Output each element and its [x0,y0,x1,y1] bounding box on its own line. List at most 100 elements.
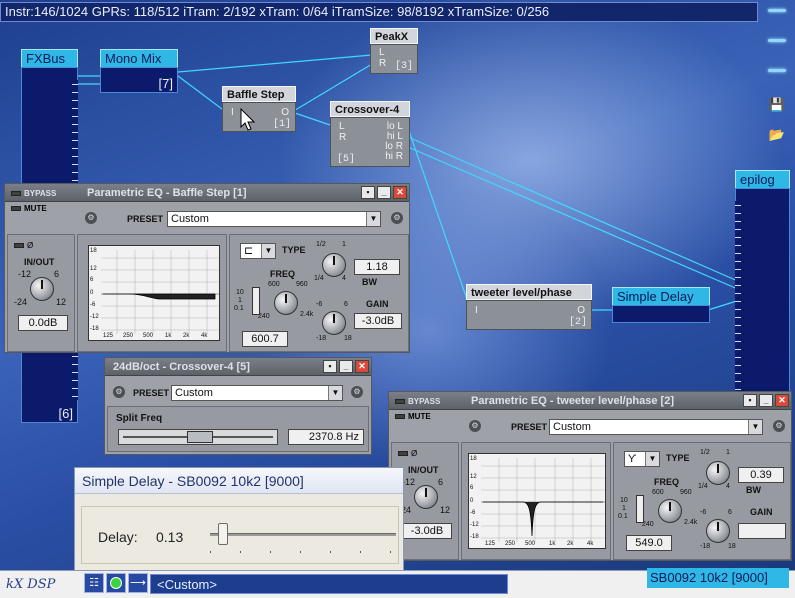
route-tool-button[interactable]: ⟶ [128,573,148,593]
simple-delay-block[interactable]: Simple Delay [612,287,710,323]
open-button[interactable]: 📂 [764,128,790,148]
eq-tweeter-inout-knob[interactable] [414,485,438,509]
eq-tweeter-bw-value[interactable]: 0.39 [738,467,784,483]
eq-baffle-close-button[interactable]: ✕ [393,186,407,199]
crossover-pin-hi-r[interactable]: hi R [385,151,403,162]
crossover-split-value[interactable]: 2370.8 Hz [288,429,364,445]
eq-tweeter-bypass[interactable]: BYPASS [395,393,440,411]
peakx-block[interactable]: PeakX L R [3] [370,28,418,76]
baffle-step-block[interactable]: Baffle Step I O [1] [222,86,296,134]
eq-tweeter-mute[interactable]: MUTE [395,412,431,421]
eq-baffle-type-dropdown[interactable]: ⊏ ▼ [240,243,276,259]
toolbar-menu-button-3[interactable] [764,66,790,86]
peakx-pin-l[interactable]: L [379,47,385,58]
eq-baffle-gain-knob[interactable] [322,311,346,335]
eq-baffle-response-graph: 18 12 6 0 -6 -12 -18 125 250 500 1k 2k 4… [88,245,220,341]
delay-slider-thumb[interactable] [218,523,228,545]
crossover-split-slider[interactable] [118,429,278,445]
eq-tweeter-type-dropdown[interactable]: Ƴ ▼ [624,451,660,467]
eq-tweeter-preset-label: PRESET [511,422,548,432]
y-tick: 6 [90,277,94,283]
eq-baffle-bw-knob[interactable] [322,253,346,277]
x-tick: 2k [183,333,190,339]
delay-label: Delay: [98,529,138,545]
eq-tweeter-freq-value[interactable]: 549.0 [626,535,672,551]
crossover-gear-icon[interactable]: ⚙ [113,386,125,398]
eq-baffle-graph-panel: 18 12 6 0 -6 -12 -18 125 250 500 1k 2k 4… [77,234,227,352]
tick-label: 1/2 [316,241,326,248]
eq-tweeter-preset-dropdown[interactable]: Custom ▼ [549,419,763,435]
eq-baffle-gain-value[interactable]: -3.0dB [354,313,402,329]
eq-baffle-minimize-button[interactable]: _ [377,186,391,199]
eq-tweeter-titlebar[interactable]: BYPASS Parametric EQ - tweeter level/pha… [389,392,791,410]
eq-tweeter-gear-icon[interactable]: ⚙ [469,420,481,432]
freq-multiplier: 1 [238,297,242,304]
crossover-block[interactable]: Crossover-4 L R lo L hi L lo R hi R [5] [330,101,410,169]
eq-baffle-settings-button[interactable]: ▪ [361,186,375,199]
eq-baffle-inout-knob[interactable] [30,277,54,301]
toolbar-menu-button-2[interactable] [764,36,790,56]
tweeter-block[interactable]: tweeter level/phase I O [2] [466,284,592,332]
eq-baffle-titlebar[interactable]: BYPASS Parametric EQ - Baffle Step [1] ▪… [5,184,409,202]
eq-tweeter-inout-label: IN/OUT [408,465,439,475]
eq-baffle-preset-dropdown[interactable]: Custom ▼ [167,211,381,227]
y-tick: -12 [470,522,479,528]
simple-delay-window-titlebar[interactable]: Simple Delay - SB0092 10k2 [9000] [75,468,403,494]
eq-tweeter-close-button[interactable]: ✕ [775,394,789,407]
crossover-pin-in-l[interactable]: L [339,121,345,132]
crossover-minimize-button[interactable]: _ [339,360,353,373]
eq-tweeter-gear2-icon[interactable]: ⚙ [773,420,785,432]
crossover-close-button[interactable]: ✕ [355,360,369,373]
baffle-step-pin-out[interactable]: O [281,107,289,118]
wire-crossover-epilog-2 [407,146,741,291]
eq-baffle-bypass[interactable]: BYPASS [11,185,56,203]
eq-baffle-type-label: TYPE [282,245,306,255]
eq-tweeter-freq-knob[interactable] [658,499,682,523]
eq-baffle-freq-range-switch[interactable] [252,287,260,315]
crossover-settings-button[interactable]: ▪ [323,360,337,373]
eq-tweeter-gain-value[interactable] [738,523,786,539]
menu-bars-icon [768,69,786,72]
eq-tweeter-freq-range-switch[interactable] [636,495,644,523]
tick-label: 960 [680,489,692,496]
epilog-input-ports[interactable] [735,201,741,391]
eq-baffle-inout-value[interactable]: 0.0dB [18,315,68,331]
eq-baffle-gear2-icon[interactable]: ⚙ [391,212,403,224]
tick-label: 6 [344,301,348,308]
mixer-tool-button[interactable]: ☷ [84,573,104,593]
tweeter-pin-in[interactable]: I [475,305,478,316]
eq-baffle-phase-toggle[interactable]: Ø [14,241,33,250]
eq-baffle-gear-icon[interactable]: ⚙ [85,212,97,224]
eq-baffle-freq-knob[interactable] [274,291,298,315]
mouse-cursor-icon [240,108,256,131]
mono-mix-block[interactable]: Mono Mix [7] [100,49,178,93]
eq-tweeter-graph-panel: 18 12 6 0 -6 -12 -18 125 250 500 1k 2k 4… [461,442,611,560]
save-button[interactable]: 💾 [764,98,790,118]
peakx-pin-r[interactable]: R [379,58,386,69]
eq-baffle-bw-value[interactable]: 1.18 [354,259,400,275]
tick-label: 600 [652,489,664,496]
eq-tweeter-phase-toggle[interactable]: Ø [398,449,417,458]
eq-tweeter-settings-button[interactable]: ▪ [743,394,757,407]
tick-label: 2.4k [300,311,314,318]
crossover-gear2-icon[interactable]: ⚙ [351,386,363,398]
status-led-button[interactable] [106,573,126,593]
crossover-split-slider-thumb[interactable] [187,431,213,443]
device-label[interactable]: SB0092 10k2 [9000] [647,568,789,588]
delay-slider[interactable] [210,533,396,536]
crossover-pin-in-r[interactable]: R [339,132,346,143]
eq-tweeter-bw-knob[interactable] [706,461,730,485]
eq-baffle-freq-value[interactable]: 600.7 [242,331,288,347]
toolbar-menu-button-1[interactable] [764,6,790,26]
eq-tweeter-gain-knob[interactable] [706,519,730,543]
tweeter-pin-out[interactable]: O [577,305,585,316]
eq-tweeter-inout-value[interactable]: -3.0dB [402,523,452,539]
global-preset-field[interactable]: <Custom> [150,574,508,594]
crossover-titlebar[interactable]: 24dB/oct - Crossover-4 [5] ▪ _ ✕ [105,358,371,376]
epilog-block[interactable]: epilog [735,170,790,400]
baffle-step-pin-in[interactable]: I [231,107,234,118]
tick-label: 12 [440,505,451,515]
eq-baffle-mute[interactable]: MUTE [11,204,47,213]
crossover-preset-dropdown[interactable]: Custom ▼ [171,385,343,401]
eq-tweeter-minimize-button[interactable]: _ [759,394,773,407]
